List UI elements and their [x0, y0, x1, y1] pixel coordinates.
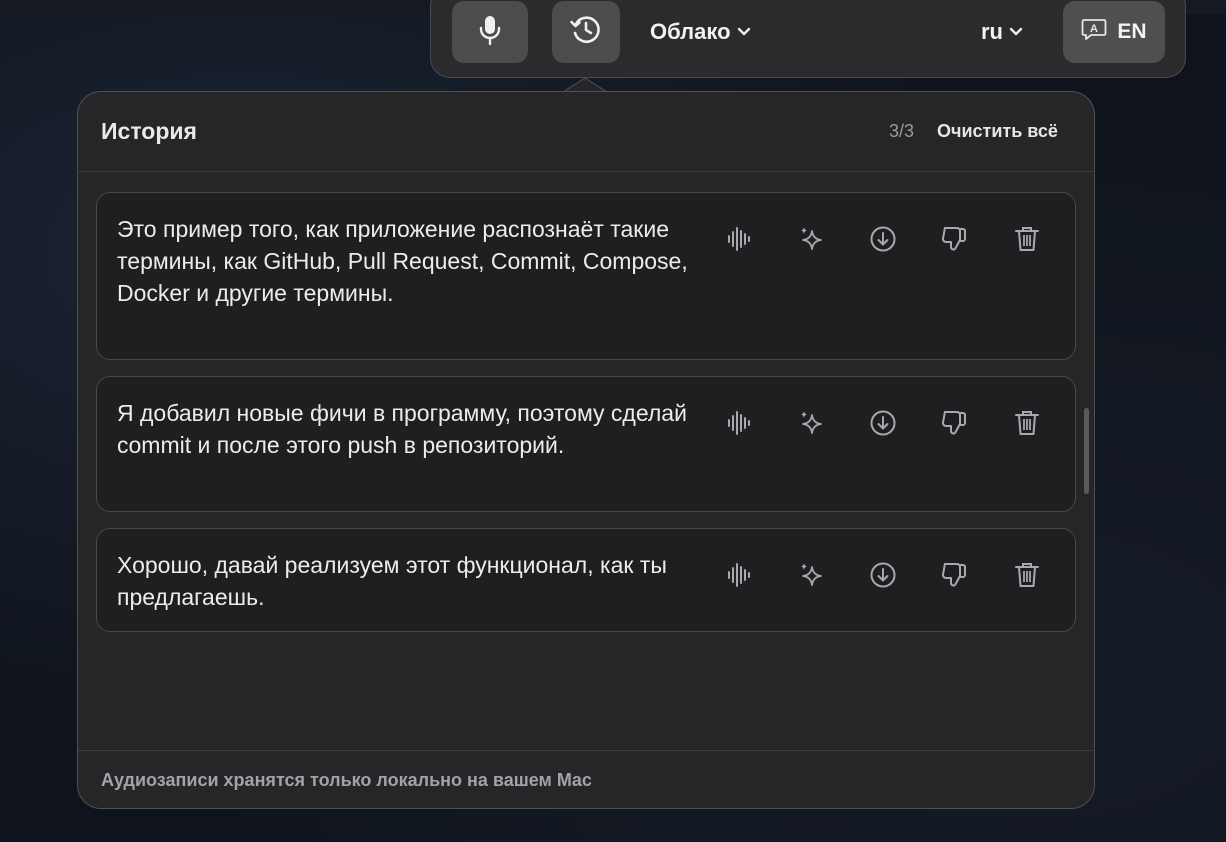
sparkles-icon — [797, 409, 825, 442]
history-count: 3/3 — [889, 121, 915, 141]
translate-bubble-icon: A — [1081, 17, 1107, 47]
waveform-icon — [726, 226, 752, 257]
svg-text:A: A — [1090, 23, 1098, 35]
language-label: ru — [981, 19, 1003, 44]
report-issue-button[interactable] — [937, 223, 973, 259]
enhance-button[interactable] — [793, 407, 829, 443]
history-item-text: Это пример того, как приложение распозна… — [117, 216, 688, 306]
microphone-button[interactable] — [452, 1, 528, 63]
delete-button[interactable] — [1009, 223, 1045, 259]
play-audio-button[interactable] — [721, 559, 757, 595]
privacy-note: Аудиозаписи хранятся только локально на … — [101, 770, 592, 790]
play-audio-button[interactable] — [721, 223, 757, 259]
language-dropdown[interactable]: ru — [981, 1, 1023, 63]
thumbs-down-icon — [941, 224, 969, 259]
sparkles-icon — [797, 225, 825, 258]
history-item-actions — [721, 559, 1045, 595]
clear-all-button[interactable]: Очистить всё — [937, 121, 1058, 142]
history-header: История 3/3 Очистить всё — [78, 92, 1094, 172]
history-item[interactable]: Я добавил новые фичи в программу, поэтом… — [96, 376, 1076, 512]
enhance-button[interactable] — [793, 559, 829, 595]
chevron-down-icon — [1009, 27, 1023, 37]
sparkles-icon — [797, 561, 825, 594]
download-icon — [869, 561, 897, 594]
history-button[interactable] — [552, 1, 620, 63]
play-audio-button[interactable] — [721, 407, 757, 443]
output-language-button[interactable]: A EN — [1063, 1, 1165, 63]
trash-icon — [1014, 561, 1040, 594]
trash-icon — [1014, 409, 1040, 442]
provider-dropdown[interactable]: Облако — [650, 1, 751, 63]
download-button[interactable] — [865, 407, 901, 443]
thumbs-down-icon — [941, 560, 969, 595]
history-item[interactable]: Это пример того, как приложение распозна… — [96, 192, 1076, 360]
delete-button[interactable] — [1009, 559, 1045, 595]
thumbs-down-icon — [941, 408, 969, 443]
chevron-down-icon — [737, 27, 751, 37]
waveform-icon — [726, 410, 752, 441]
delete-button[interactable] — [1009, 407, 1045, 443]
output-language-label: EN — [1117, 20, 1147, 43]
trash-icon — [1014, 225, 1040, 258]
history-item-text: Хорошо, давай реализуем этот функционал,… — [117, 552, 667, 610]
download-icon — [869, 225, 897, 258]
scrollbar-thumb[interactable] — [1084, 408, 1089, 494]
dictation-toolbar: Облако ru A EN — [430, 0, 1186, 78]
waveform-icon — [726, 562, 752, 593]
download-button[interactable] — [865, 223, 901, 259]
provider-label: Облако — [650, 19, 731, 44]
popover-caret — [563, 78, 607, 92]
history-footer: Аудиозаписи хранятся только локально на … — [78, 750, 1094, 808]
report-issue-button[interactable] — [937, 559, 973, 595]
history-title: История — [101, 118, 197, 144]
microphone-icon — [477, 14, 503, 51]
download-button[interactable] — [865, 559, 901, 595]
history-popover: История 3/3 Очистить всё Это пример того… — [77, 91, 1095, 809]
report-issue-button[interactable] — [937, 407, 973, 443]
download-icon — [869, 409, 897, 442]
history-item-text: Я добавил новые фичи в программу, поэтом… — [117, 400, 687, 458]
history-item-actions — [721, 223, 1045, 259]
history-item[interactable]: Хорошо, давай реализуем этот функционал,… — [96, 528, 1076, 632]
history-clock-icon — [569, 13, 603, 52]
history-item-actions — [721, 407, 1045, 443]
enhance-button[interactable] — [793, 223, 829, 259]
